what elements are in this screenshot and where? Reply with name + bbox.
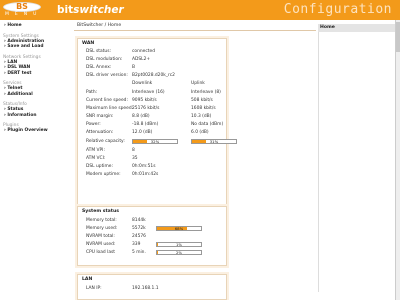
rel-cap-up-text: 31%: [209, 139, 219, 144]
dsl-uptime-value: 0h:0m:51s: [132, 164, 156, 169]
cpu-load-bar: 2%: [156, 250, 202, 255]
lan-ip-value: 192.168.1.1: [132, 286, 159, 291]
dsl-status-value: connected: [132, 49, 155, 54]
brand-plain: bit: [57, 4, 74, 16]
nvram-used-pct-text: 1%: [175, 242, 183, 247]
rel-cap-label: Relative capacity:: [86, 139, 125, 144]
metric-up: 508 kbit/s: [191, 98, 213, 103]
cpu-load-label: CPU load last: [86, 250, 116, 255]
metric-down: 12.0 (dB): [132, 130, 153, 135]
dsl-mod-label: DSL modulation:: [86, 57, 123, 62]
nvram-total-label: NVRAM total:: [86, 234, 115, 239]
metric-up: 10.3 (dB): [191, 114, 212, 119]
nvram-used-label: NVRAM used:: [86, 242, 116, 247]
logo[interactable]: BS MENU: [3, 2, 41, 18]
dsl-annex-value: B: [132, 65, 136, 70]
metric-label: Attenuation:: [86, 130, 114, 135]
right-panel-title: Home: [318, 24, 396, 32]
col-uplink: Uplink: [191, 81, 205, 86]
atm-vpi-value: 8: [132, 148, 135, 153]
system-status-title: System status: [82, 209, 119, 214]
dsl-driver-value: B2pt0028.d20k_rc2: [132, 73, 175, 78]
metric-up: 1608 kbit/s: [191, 106, 216, 111]
atm-vci-label: ATM VCI:: [86, 156, 106, 161]
lan-title: LAN: [82, 277, 93, 282]
lan-ip-label: LAN IP:: [86, 286, 102, 291]
right-panel: Home: [318, 20, 400, 300]
metric-label: Current line speed:: [86, 98, 128, 103]
metric-up: Interleave (8): [191, 90, 221, 95]
right-panel-body: [318, 32, 397, 292]
page-title: Configuration: [283, 2, 392, 17]
metric-label: SNR margin:: [86, 114, 114, 119]
mem-used-value: 5572k: [132, 226, 146, 231]
nav-information[interactable]: › Information: [0, 113, 72, 119]
modem-uptime-label: Modem uptime:: [86, 172, 121, 177]
metric-down: 8.8 (dB): [132, 114, 150, 119]
cpu-load-pct-text: 2%: [175, 250, 183, 255]
metric-label: Maximum line speed:: [86, 106, 134, 111]
rel-cap-up-bar: 31%: [191, 139, 237, 144]
metric-down: 25176 kbit/s: [132, 106, 160, 111]
dsl-uptime-label: DSL uptime:: [86, 164, 113, 169]
nav-save-load[interactable]: › Save and Load: [0, 44, 72, 50]
nav-dert-test[interactable]: › DERT test: [0, 71, 72, 77]
modem-uptime-value: 0h:01m:42s: [132, 172, 159, 177]
metric-down: 9095 kbit/s: [132, 98, 157, 103]
breadcrumb-divider: [74, 30, 316, 31]
metric-label: Path:: [86, 90, 98, 95]
rel-cap-down-bar: 32%: [132, 139, 178, 144]
mem-used-label: Memory used:: [86, 226, 118, 231]
metric-label: Power:: [86, 122, 101, 127]
mem-used-pct-text: 68%: [174, 226, 184, 231]
dsl-driver-label: DSL driver version:: [86, 73, 128, 78]
mem-used-bar: 68%: [156, 226, 202, 231]
atm-vci-value: 35: [132, 156, 138, 161]
col-downlink: Downlink: [132, 81, 153, 86]
logo-text: BS: [16, 2, 28, 11]
system-status-panel: System status Memory total: 8144k Memory…: [77, 206, 227, 266]
metric-up: No data (dBm): [191, 122, 224, 127]
nav-additional[interactable]: › Additional: [0, 92, 72, 98]
main-content: BitSwitcher / Home WAN DSL status: conne…: [72, 20, 318, 300]
menu-letters[interactable]: MENU: [5, 12, 42, 17]
brand-italic: switcher: [73, 4, 124, 16]
brand-name: bitswitcher: [57, 4, 124, 16]
lan-panel: LAN LAN IP: 192.168.1.1: [77, 274, 227, 300]
dsl-status-label: DSL status:: [86, 49, 111, 54]
atm-vpi-label: ATM VPI:: [86, 148, 105, 153]
rel-cap-down-text: 32%: [150, 139, 160, 144]
mem-total-value: 8144k: [132, 218, 146, 223]
metric-up: 6.0 (dB): [191, 130, 209, 135]
wan-panel: WAN DSL status: connected DSL modulation…: [77, 38, 237, 222]
sidebar-nav: › Home System Settings › Administration …: [0, 20, 72, 300]
nvram-used-bar: 1%: [156, 242, 202, 247]
cpu-load-period: 5 min.: [132, 250, 146, 255]
dsl-mod-value: ADSL2+: [132, 57, 151, 62]
mem-total-label: Memory total:: [86, 218, 117, 223]
nvram-used-value: 339: [132, 242, 141, 247]
vertical-scrollbar[interactable]: [395, 20, 400, 300]
top-header: BS MENU bitswitcher Configuration: [0, 0, 400, 20]
nav-plugin-overview[interactable]: › Plugin Overview: [0, 128, 72, 134]
metric-down: -18.8 (dBm): [132, 122, 159, 127]
metric-down: Interleave (16): [132, 90, 165, 95]
dsl-annex-label: DSL Annex:: [86, 65, 112, 70]
scrollbar-thumb[interactable]: [396, 22, 400, 52]
wan-title: WAN: [82, 41, 95, 46]
nvram-total-value: 24576: [132, 234, 146, 239]
breadcrumb: BitSwitcher / Home: [77, 23, 122, 28]
nav-home[interactable]: › Home: [0, 23, 72, 29]
